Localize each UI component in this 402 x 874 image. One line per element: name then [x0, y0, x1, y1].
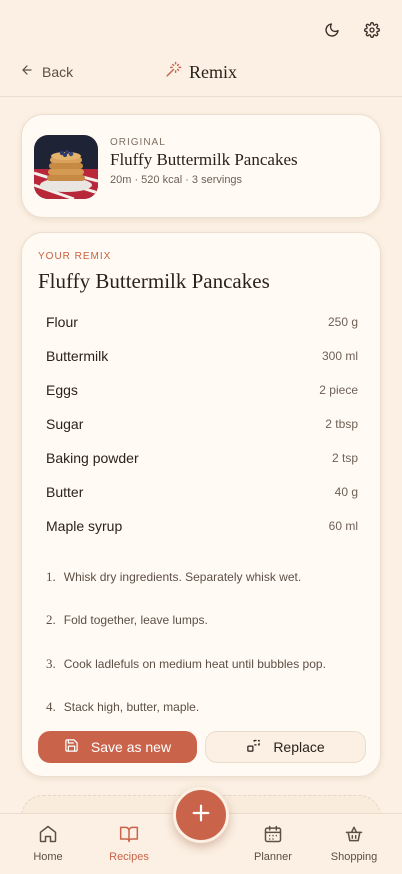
save-as-new-label: Save as new [90, 739, 172, 755]
original-overline: ORIGINAL [110, 137, 166, 148]
book-icon [119, 824, 139, 847]
ingredient-quantity: 2 tbsp [325, 417, 358, 431]
plus-icon [190, 802, 212, 829]
ingredient-quantity: 40 g [334, 485, 358, 499]
nav-item-planner[interactable]: Planner [233, 824, 313, 863]
nav-item-recipes[interactable]: Recipes [89, 824, 169, 863]
page-header: Back Remix [0, 52, 402, 97]
nav-label: Home [33, 851, 63, 863]
nav-item-shopping[interactable]: Shopping [314, 824, 394, 863]
step-item: 4. Stack high, butter, maple. [46, 686, 358, 730]
magic-wand-icon [165, 61, 182, 83]
original-recipe-card[interactable]: ORIGINAL Fluffy Buttermilk Pancakes 20m … [21, 114, 381, 218]
step-item: 2. Fold together, leave lumps. [46, 599, 358, 643]
ingredient-quantity: 2 piece [319, 383, 358, 397]
step-item: 1. Whisk dry ingredients. Separately whi… [46, 555, 358, 599]
remix-recipe-name: Fluffy Buttermilk Pancakes [38, 269, 270, 293]
page-title: Remix [189, 61, 237, 82]
ingredient-quantity: 60 ml [328, 519, 358, 533]
nav-label: Planner [254, 851, 292, 863]
page-title-group: Remix [0, 61, 402, 83]
remix-overline: YOUR REMIX [38, 251, 112, 262]
original-recipe-meta: 20m · 520 kcal · 3 servings [110, 174, 243, 186]
ingredient-row[interactable]: Butter 40 g [46, 475, 358, 509]
save-icon [64, 738, 79, 756]
nav-label: Recipes [109, 851, 149, 863]
ingredient-row[interactable]: Sugar 2 tbsp [46, 407, 358, 441]
ingredient-name: Maple syrup [46, 518, 123, 534]
ingredient-list: Flour 250 g Buttermilk 300 ml Eggs 2 pie… [46, 305, 358, 543]
add-recipe-button[interactable] [173, 787, 229, 843]
step-text: Whisk dry ingredients. Separately whisk … [63, 569, 302, 584]
ingredient-row[interactable]: Baking powder 2 tsp [46, 441, 358, 475]
replace-button[interactable]: Replace [205, 731, 366, 763]
home-icon [38, 824, 58, 847]
step-number: 1. [46, 568, 56, 584]
remix-card: YOUR REMIX Fluffy Buttermilk Pancakes Fl… [21, 232, 381, 777]
basket-icon [344, 824, 364, 847]
ingredient-quantity: 300 ml [321, 349, 358, 363]
step-text: Fold together, leave lumps. [63, 613, 208, 628]
replace-label: Replace [273, 739, 325, 755]
ingredient-row[interactable]: Flour 250 g [46, 305, 358, 339]
ingredient-name: Eggs [46, 382, 78, 398]
ingredient-name: Sugar [46, 416, 84, 432]
ingredient-name: Butter [46, 484, 84, 500]
ingredient-row[interactable]: Buttermilk 300 ml [46, 339, 358, 373]
moon-icon[interactable] [322, 20, 342, 40]
ingredient-quantity: 250 g [327, 315, 358, 329]
replace-icon [246, 738, 261, 756]
calendar-icon [263, 824, 283, 847]
top-utility-bar [0, 0, 402, 52]
step-list: 1. Whisk dry ingredients. Separately whi… [46, 555, 358, 729]
ingredient-row[interactable]: Maple syrup 60 ml [46, 509, 358, 543]
nav-item-home[interactable]: Home [8, 824, 88, 863]
ingredient-name: Baking powder [46, 450, 139, 466]
gear-icon[interactable] [362, 20, 382, 40]
step-item: 3. Cook ladlefuls on medium heat until b… [46, 642, 358, 686]
step-text: Stack high, butter, maple. [63, 700, 200, 715]
ingredient-name: Flour [46, 314, 78, 330]
ingredient-name: Buttermilk [46, 348, 109, 364]
original-recipe-info: ORIGINAL Fluffy Buttermilk Pancakes 20m … [110, 137, 298, 186]
step-number: 3. [46, 655, 56, 671]
original-recipe-name: Fluffy Buttermilk Pancakes [110, 150, 298, 169]
ingredient-row[interactable]: Eggs 2 piece [46, 373, 358, 407]
step-number: 4. [46, 699, 56, 715]
remix-actions: Save as new Replace [38, 731, 366, 763]
nav-label: Shopping [330, 851, 378, 863]
save-as-new-button[interactable]: Save as new [38, 731, 197, 763]
recipe-thumbnail [34, 135, 98, 199]
step-number: 2. [46, 612, 56, 628]
ingredient-quantity: 2 tsp [331, 451, 358, 465]
step-text: Cook ladlefuls on medium heat until bubb… [63, 656, 326, 671]
